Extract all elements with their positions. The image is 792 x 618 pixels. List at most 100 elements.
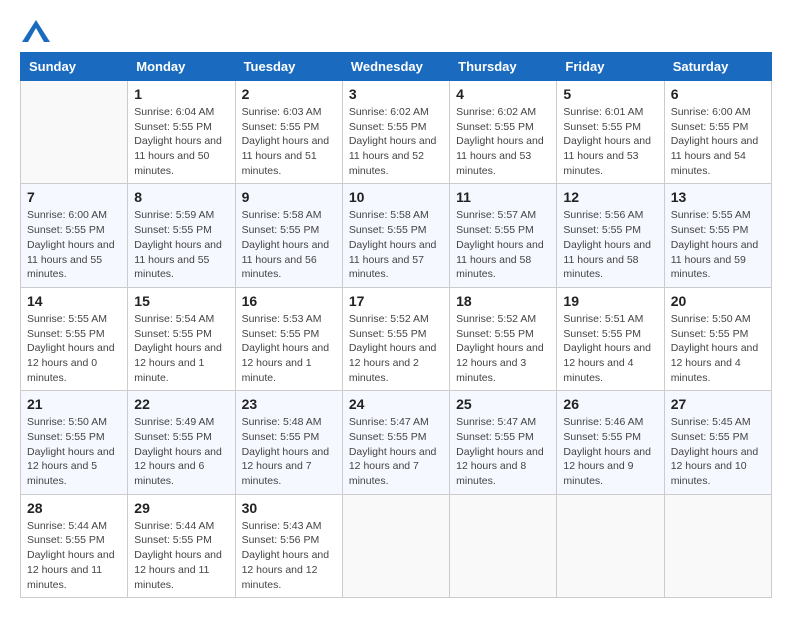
calendar-day-cell: 27 Sunrise: 5:45 AM Sunset: 5:55 PM Dayl… — [664, 391, 771, 494]
day-number: 18 — [456, 293, 550, 309]
calendar-day-cell — [664, 494, 771, 597]
day-info: Sunrise: 6:00 AM Sunset: 5:55 PM Dayligh… — [671, 105, 765, 178]
calendar-day-cell — [450, 494, 557, 597]
day-info: Sunrise: 5:46 AM Sunset: 5:55 PM Dayligh… — [563, 415, 657, 488]
day-of-week-header: Saturday — [664, 53, 771, 81]
calendar-day-cell: 21 Sunrise: 5:50 AM Sunset: 5:55 PM Dayl… — [21, 391, 128, 494]
day-of-week-header: Monday — [128, 53, 235, 81]
day-number: 14 — [27, 293, 121, 309]
day-info: Sunrise: 5:51 AM Sunset: 5:55 PM Dayligh… — [563, 312, 657, 385]
calendar-week-row: 21 Sunrise: 5:50 AM Sunset: 5:55 PM Dayl… — [21, 391, 772, 494]
day-info: Sunrise: 5:44 AM Sunset: 5:55 PM Dayligh… — [134, 519, 228, 592]
day-number: 10 — [349, 189, 443, 205]
calendar-day-cell — [557, 494, 664, 597]
calendar-day-cell: 9 Sunrise: 5:58 AM Sunset: 5:55 PM Dayli… — [235, 184, 342, 287]
day-number: 11 — [456, 189, 550, 205]
calendar-week-row: 14 Sunrise: 5:55 AM Sunset: 5:55 PM Dayl… — [21, 287, 772, 390]
day-info: Sunrise: 5:53 AM Sunset: 5:55 PM Dayligh… — [242, 312, 336, 385]
day-number: 29 — [134, 500, 228, 516]
calendar-day-cell: 15 Sunrise: 5:54 AM Sunset: 5:55 PM Dayl… — [128, 287, 235, 390]
day-number: 26 — [563, 396, 657, 412]
calendar-day-cell: 18 Sunrise: 5:52 AM Sunset: 5:55 PM Dayl… — [450, 287, 557, 390]
day-number: 28 — [27, 500, 121, 516]
day-number: 2 — [242, 86, 336, 102]
day-info: Sunrise: 5:58 AM Sunset: 5:55 PM Dayligh… — [349, 208, 443, 281]
calendar-table: SundayMondayTuesdayWednesdayThursdayFrid… — [20, 52, 772, 598]
day-info: Sunrise: 6:03 AM Sunset: 5:55 PM Dayligh… — [242, 105, 336, 178]
calendar-day-cell: 20 Sunrise: 5:50 AM Sunset: 5:55 PM Dayl… — [664, 287, 771, 390]
day-number: 19 — [563, 293, 657, 309]
day-info: Sunrise: 5:58 AM Sunset: 5:55 PM Dayligh… — [242, 208, 336, 281]
day-info: Sunrise: 5:47 AM Sunset: 5:55 PM Dayligh… — [456, 415, 550, 488]
day-info: Sunrise: 5:52 AM Sunset: 5:55 PM Dayligh… — [349, 312, 443, 385]
day-info: Sunrise: 5:45 AM Sunset: 5:55 PM Dayligh… — [671, 415, 765, 488]
day-info: Sunrise: 6:02 AM Sunset: 5:55 PM Dayligh… — [456, 105, 550, 178]
day-info: Sunrise: 5:55 AM Sunset: 5:55 PM Dayligh… — [27, 312, 121, 385]
day-number: 21 — [27, 396, 121, 412]
day-number: 5 — [563, 86, 657, 102]
calendar-day-cell: 24 Sunrise: 5:47 AM Sunset: 5:55 PM Dayl… — [342, 391, 449, 494]
day-number: 15 — [134, 293, 228, 309]
calendar-day-cell: 4 Sunrise: 6:02 AM Sunset: 5:55 PM Dayli… — [450, 81, 557, 184]
calendar-day-cell: 7 Sunrise: 6:00 AM Sunset: 5:55 PM Dayli… — [21, 184, 128, 287]
calendar-day-cell: 6 Sunrise: 6:00 AM Sunset: 5:55 PM Dayli… — [664, 81, 771, 184]
calendar-day-cell: 11 Sunrise: 5:57 AM Sunset: 5:55 PM Dayl… — [450, 184, 557, 287]
calendar-day-cell: 13 Sunrise: 5:55 AM Sunset: 5:55 PM Dayl… — [664, 184, 771, 287]
calendar-day-cell: 16 Sunrise: 5:53 AM Sunset: 5:55 PM Dayl… — [235, 287, 342, 390]
day-info: Sunrise: 5:47 AM Sunset: 5:55 PM Dayligh… — [349, 415, 443, 488]
day-number: 9 — [242, 189, 336, 205]
calendar-day-cell: 30 Sunrise: 5:43 AM Sunset: 5:56 PM Dayl… — [235, 494, 342, 597]
day-info: Sunrise: 6:01 AM Sunset: 5:55 PM Dayligh… — [563, 105, 657, 178]
day-number: 1 — [134, 86, 228, 102]
day-info: Sunrise: 5:48 AM Sunset: 5:55 PM Dayligh… — [242, 415, 336, 488]
day-info: Sunrise: 6:04 AM Sunset: 5:55 PM Dayligh… — [134, 105, 228, 178]
day-number: 6 — [671, 86, 765, 102]
calendar-week-row: 1 Sunrise: 6:04 AM Sunset: 5:55 PM Dayli… — [21, 81, 772, 184]
day-number: 13 — [671, 189, 765, 205]
day-info: Sunrise: 5:49 AM Sunset: 5:55 PM Dayligh… — [134, 415, 228, 488]
day-number: 20 — [671, 293, 765, 309]
calendar-day-cell: 22 Sunrise: 5:49 AM Sunset: 5:55 PM Dayl… — [128, 391, 235, 494]
day-number: 4 — [456, 86, 550, 102]
day-number: 8 — [134, 189, 228, 205]
calendar-day-cell: 26 Sunrise: 5:46 AM Sunset: 5:55 PM Dayl… — [557, 391, 664, 494]
calendar-day-cell: 28 Sunrise: 5:44 AM Sunset: 5:55 PM Dayl… — [21, 494, 128, 597]
calendar-header-row: SundayMondayTuesdayWednesdayThursdayFrid… — [21, 53, 772, 81]
day-info: Sunrise: 5:50 AM Sunset: 5:55 PM Dayligh… — [671, 312, 765, 385]
day-number: 7 — [27, 189, 121, 205]
calendar-day-cell: 1 Sunrise: 6:04 AM Sunset: 5:55 PM Dayli… — [128, 81, 235, 184]
logo — [20, 20, 52, 42]
day-info: Sunrise: 6:02 AM Sunset: 5:55 PM Dayligh… — [349, 105, 443, 178]
calendar-day-cell: 14 Sunrise: 5:55 AM Sunset: 5:55 PM Dayl… — [21, 287, 128, 390]
calendar-day-cell: 8 Sunrise: 5:59 AM Sunset: 5:55 PM Dayli… — [128, 184, 235, 287]
calendar-day-cell: 5 Sunrise: 6:01 AM Sunset: 5:55 PM Dayli… — [557, 81, 664, 184]
day-number: 3 — [349, 86, 443, 102]
day-of-week-header: Thursday — [450, 53, 557, 81]
day-info: Sunrise: 6:00 AM Sunset: 5:55 PM Dayligh… — [27, 208, 121, 281]
day-number: 25 — [456, 396, 550, 412]
day-number: 24 — [349, 396, 443, 412]
day-info: Sunrise: 5:59 AM Sunset: 5:55 PM Dayligh… — [134, 208, 228, 281]
day-of-week-header: Tuesday — [235, 53, 342, 81]
day-info: Sunrise: 5:50 AM Sunset: 5:55 PM Dayligh… — [27, 415, 121, 488]
day-info: Sunrise: 5:44 AM Sunset: 5:55 PM Dayligh… — [27, 519, 121, 592]
day-number: 17 — [349, 293, 443, 309]
calendar-day-cell: 23 Sunrise: 5:48 AM Sunset: 5:55 PM Dayl… — [235, 391, 342, 494]
calendar-day-cell: 3 Sunrise: 6:02 AM Sunset: 5:55 PM Dayli… — [342, 81, 449, 184]
day-info: Sunrise: 5:55 AM Sunset: 5:55 PM Dayligh… — [671, 208, 765, 281]
day-number: 23 — [242, 396, 336, 412]
day-info: Sunrise: 5:56 AM Sunset: 5:55 PM Dayligh… — [563, 208, 657, 281]
day-info: Sunrise: 5:43 AM Sunset: 5:56 PM Dayligh… — [242, 519, 336, 592]
day-number: 12 — [563, 189, 657, 205]
calendar-day-cell: 12 Sunrise: 5:56 AM Sunset: 5:55 PM Dayl… — [557, 184, 664, 287]
calendar-day-cell: 2 Sunrise: 6:03 AM Sunset: 5:55 PM Dayli… — [235, 81, 342, 184]
day-of-week-header: Sunday — [21, 53, 128, 81]
logo-icon — [22, 20, 50, 42]
calendar-week-row: 7 Sunrise: 6:00 AM Sunset: 5:55 PM Dayli… — [21, 184, 772, 287]
calendar-day-cell — [21, 81, 128, 184]
page-header — [20, 20, 772, 42]
day-info: Sunrise: 5:52 AM Sunset: 5:55 PM Dayligh… — [456, 312, 550, 385]
calendar-day-cell: 19 Sunrise: 5:51 AM Sunset: 5:55 PM Dayl… — [557, 287, 664, 390]
calendar-day-cell — [342, 494, 449, 597]
calendar-day-cell: 17 Sunrise: 5:52 AM Sunset: 5:55 PM Dayl… — [342, 287, 449, 390]
